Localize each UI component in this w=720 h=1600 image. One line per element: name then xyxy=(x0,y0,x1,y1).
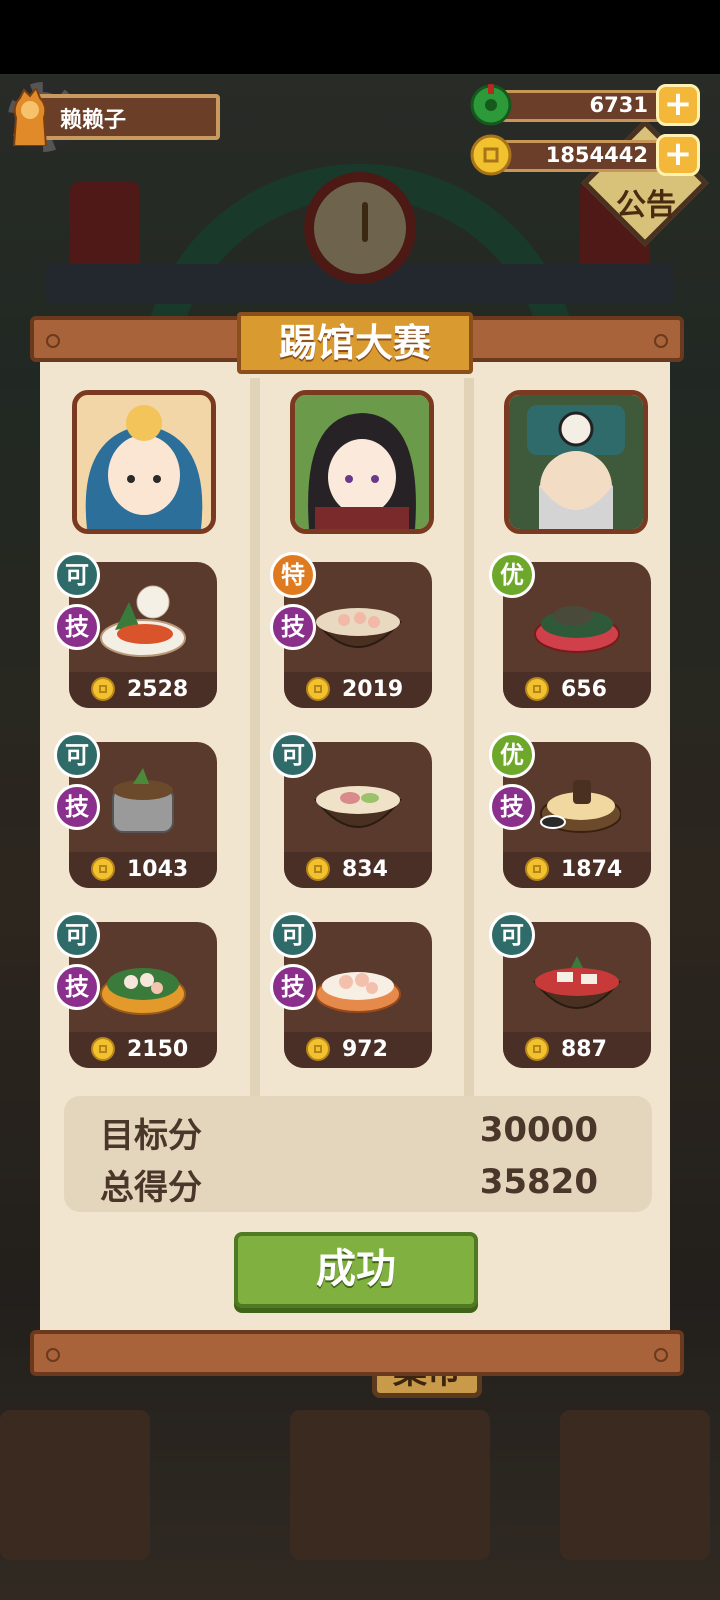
dish-score: 656 xyxy=(561,677,607,702)
opponent-portrait-taoist-elder[interactable] xyxy=(504,390,648,534)
total-score-label: 总得分 xyxy=(100,1168,202,1208)
coin-icon xyxy=(525,677,549,701)
dish-image xyxy=(534,606,620,653)
dish-score: 1874 xyxy=(561,857,623,882)
dish-image xyxy=(314,608,402,648)
grade-badge: 可 xyxy=(270,732,316,778)
player-profile[interactable]: 赖赖子 xyxy=(4,88,222,146)
coin-icon xyxy=(525,1037,549,1061)
skill-badge: 技 xyxy=(270,604,316,650)
skill-badge: 技 xyxy=(489,784,535,830)
grade-badge: 优 xyxy=(489,732,535,778)
add-jade-button[interactable]: + xyxy=(656,84,700,126)
success-button[interactable]: 成功 xyxy=(234,1232,478,1308)
coin-icon xyxy=(91,857,115,881)
skill-badge: 技 xyxy=(54,784,100,830)
coin-icon xyxy=(91,1037,115,1061)
grade-badge: 特 xyxy=(270,552,316,598)
dish-score: 2150 xyxy=(127,1037,189,1062)
dish-score: 834 xyxy=(342,857,388,882)
coin-icon xyxy=(525,857,549,881)
bottom-plank xyxy=(30,1330,684,1376)
grade-badge: 可 xyxy=(54,552,100,598)
dish-image xyxy=(533,956,621,1009)
dish-image xyxy=(100,585,186,657)
coin-icon xyxy=(306,1037,330,1061)
jade-currency: 6731 + xyxy=(470,84,700,126)
dish-image xyxy=(315,972,401,1013)
coin-icon xyxy=(470,134,512,176)
grade-badge: 可 xyxy=(270,912,316,958)
target-score-value: 30000 xyxy=(479,1110,598,1150)
opponent-portrait-blue-haired[interactable] xyxy=(72,390,216,534)
opponent-portrait-dark-haired[interactable] xyxy=(290,390,434,534)
skill-badge: 技 xyxy=(270,964,316,1010)
grade-badge: 可 xyxy=(54,732,100,778)
coin-icon xyxy=(306,857,330,881)
grade-badge: 优 xyxy=(489,552,535,598)
notice-label[interactable]: 公告 xyxy=(606,180,686,224)
coin-currency: 1854442 + xyxy=(470,134,700,176)
score-summary: 目标分 30000 总得分 35820 xyxy=(64,1096,652,1212)
dish-image xyxy=(540,780,621,833)
dish-score: 972 xyxy=(342,1037,388,1062)
player-name: 赖赖子 xyxy=(60,108,127,133)
dish-image xyxy=(112,768,174,833)
grade-badge: 可 xyxy=(54,912,100,958)
grade-badge: 可 xyxy=(489,912,535,958)
player-avatar-icon[interactable] xyxy=(6,88,52,146)
dish-image xyxy=(314,786,402,828)
dish-score: 1043 xyxy=(127,857,189,882)
dish-score: 2019 xyxy=(342,677,404,702)
column-divider xyxy=(250,378,260,1096)
panel-title: 踢馆大赛 xyxy=(237,312,473,374)
total-score-value: 35820 xyxy=(479,1162,598,1202)
skill-badge: 技 xyxy=(54,604,100,650)
jade-amount: 6731 xyxy=(589,93,648,117)
column-divider xyxy=(464,378,474,1096)
coin-amount: 1854442 xyxy=(545,143,648,167)
add-coins-button[interactable]: + xyxy=(656,134,700,176)
target-score-label: 目标分 xyxy=(100,1116,202,1156)
skill-badge: 技 xyxy=(54,964,100,1010)
jade-icon xyxy=(470,84,512,126)
dish-score: 2528 xyxy=(127,677,189,702)
dish-score: 887 xyxy=(561,1037,607,1062)
coin-icon xyxy=(306,677,330,701)
dish-image xyxy=(100,968,186,1015)
coin-icon xyxy=(91,677,115,701)
